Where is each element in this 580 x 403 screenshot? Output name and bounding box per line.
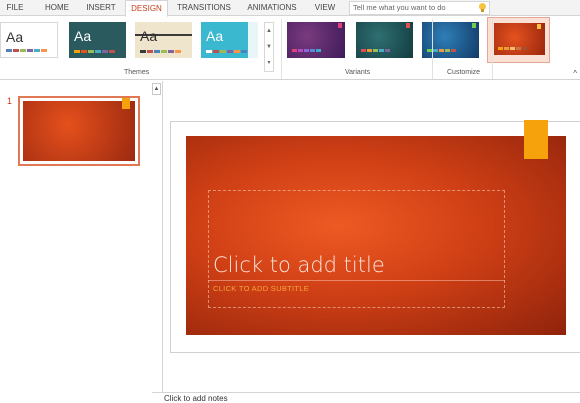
design-ribbon: Aa Aa Aa Aa ▲ ▼ ▾ Themes Variants Custom…: [0, 17, 580, 80]
tab-insert[interactable]: INSERT: [80, 0, 122, 16]
ribbon-tab-bar: FILE HOME INSERT DESIGN TRANSITIONS ANIM…: [0, 0, 580, 17]
current-slide[interactable]: Click to add title CLICK TO ADD SUBTITLE: [186, 120, 566, 335]
group-divider: [281, 19, 282, 79]
slide-number: 1: [7, 96, 13, 106]
more-themes-icon[interactable]: ▾: [265, 55, 273, 71]
variant-teal[interactable]: [356, 22, 413, 58]
tab-view[interactable]: VIEW: [308, 0, 342, 16]
tab-animations[interactable]: ANIMATIONS: [240, 0, 304, 16]
scroll-down-icon[interactable]: ▼: [265, 39, 273, 55]
slide-editing-area: Click to add title CLICK TO ADD SUBTITLE: [164, 81, 580, 392]
tab-transitions[interactable]: TRANSITIONS: [172, 0, 236, 16]
slides-panel-scrollbar[interactable]: ▲: [152, 81, 162, 400]
slide-thumbnail[interactable]: [18, 96, 140, 166]
theme-beige[interactable]: Aa: [135, 22, 192, 58]
theme-sample-text: Aa: [6, 29, 24, 45]
variant-tag: [472, 23, 476, 28]
scroll-up-icon[interactable]: ▲: [152, 83, 161, 95]
lightbulb-icon: [479, 3, 486, 12]
notes-pane[interactable]: Click to add notes: [152, 392, 580, 403]
themes-gallery-scroll[interactable]: ▲ ▼ ▾: [264, 22, 274, 72]
notes-placeholder: Click to add notes: [164, 394, 228, 403]
variant-swatches: [361, 49, 390, 52]
collapse-ribbon-icon[interactable]: ^: [573, 69, 577, 78]
decorative-orange-tab: [524, 120, 548, 159]
tab-home[interactable]: HOME: [36, 0, 78, 16]
tab-design[interactable]: DESIGN: [125, 0, 168, 17]
tell-me-placeholder: Tell me what you want to do: [353, 3, 446, 12]
slide-subtitle-placeholder[interactable]: CLICK TO ADD SUBTITLE: [213, 284, 309, 293]
theme-color-swatches: [6, 49, 47, 52]
theme-teal[interactable]: Aa: [69, 22, 126, 58]
variant-tag: [406, 23, 410, 28]
theme-sample-text: Aa: [74, 28, 92, 44]
variant-purple[interactable]: [287, 22, 345, 58]
theme-color-swatches: [140, 50, 181, 53]
theme-office[interactable]: Aa: [0, 22, 58, 58]
theme-color-swatches: [206, 50, 247, 53]
variant-tag: [338, 23, 342, 28]
slide-frame: Click to add title CLICK TO ADD SUBTITLE: [170, 120, 580, 353]
variants-group-label: Variants: [345, 69, 371, 76]
placeholder-divider: [208, 280, 505, 281]
themes-group-label: Themes: [124, 69, 150, 76]
theme-sample-text: Aa: [206, 28, 224, 44]
group-divider: [432, 19, 433, 79]
variant-swatches: [292, 49, 321, 52]
slides-panel: 1 ▲: [0, 81, 163, 400]
scroll-up-icon[interactable]: ▲: [265, 23, 273, 39]
variant-swatches: [498, 47, 527, 50]
tell-me-search-box[interactable]: Tell me what you want to do: [349, 1, 490, 15]
theme-sample-text: Aa: [140, 28, 158, 44]
theme-cyan[interactable]: Aa: [201, 22, 258, 58]
variant-orange-selected[interactable]: [487, 17, 550, 63]
slide-title-placeholder[interactable]: Click to add title: [213, 253, 385, 277]
group-divider: [492, 19, 493, 79]
customize-group-label: Customize: [447, 69, 481, 76]
variant-blue[interactable]: [422, 22, 479, 58]
variant-tag: [537, 24, 541, 29]
tab-file[interactable]: FILE: [0, 0, 30, 16]
theme-color-swatches: [74, 50, 115, 53]
